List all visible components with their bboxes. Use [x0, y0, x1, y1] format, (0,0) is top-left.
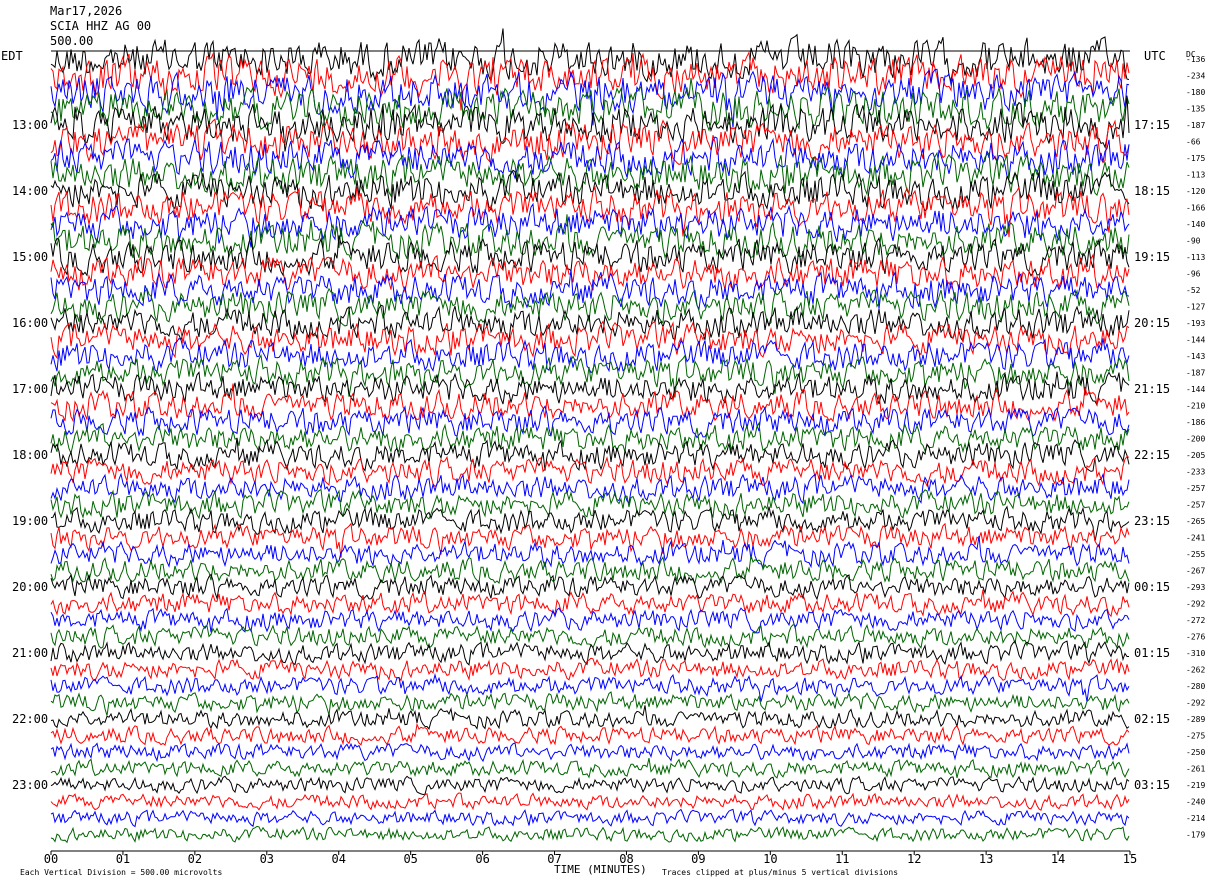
x-tick-label: 00 [44, 852, 58, 866]
left-hour-label: 13:00 [12, 118, 48, 132]
dc-offset-label: -90 [1186, 237, 1201, 246]
dc-offset-label: -267 [1186, 567, 1205, 576]
dc-offset-label: -187 [1186, 369, 1205, 378]
right-hour-label: 02:15 [1134, 712, 1170, 726]
dc-offset-label: -127 [1186, 303, 1205, 312]
dc-offset-label: -120 [1186, 187, 1205, 196]
dc-offset-label: -175 [1186, 154, 1205, 163]
x-tick-label: 13 [979, 852, 993, 866]
dc-offset-label: -310 [1186, 649, 1205, 658]
dc-offset-label: -96 [1186, 270, 1201, 279]
dc-offset-label: -276 [1186, 633, 1205, 642]
dc-offset-label: -187 [1186, 121, 1205, 130]
right-hour-labels: 17:15 18:15 19:15 20:15 21:15 22:15 23:15 00:15… [1134, 118, 1170, 792]
right-hour-label: 20:15 [1134, 316, 1170, 330]
x-tick-label: 11 [835, 852, 849, 866]
dc-offset-label: -144 [1186, 336, 1205, 345]
right-zone-label: UTC [1144, 49, 1166, 63]
dc-offset-label: -234 [1186, 72, 1205, 81]
dc-offset-label: -113 [1186, 253, 1205, 262]
dc-offset-label: -265 [1186, 517, 1205, 526]
dc-offset-label: -210 [1186, 402, 1205, 411]
right-hour-label: 00:15 [1134, 580, 1170, 594]
x-tick-label: 12 [907, 852, 921, 866]
dc-offset-label: -255 [1186, 550, 1205, 559]
dc-offset-label: -214 [1186, 814, 1205, 823]
left-hour-label: 17:00 [12, 382, 48, 396]
dc-offset-label: -262 [1186, 666, 1205, 675]
left-zone-label: EDT [1, 49, 23, 63]
dc-offset-label: -280 [1186, 682, 1205, 691]
dc-offset-label: -205 [1186, 451, 1205, 460]
dc-offset-label: -257 [1186, 501, 1205, 510]
dc-offset-labels: -136 -234 -180 -135 -187 -66 -175 -113 -120 -166 -… [1186, 55, 1205, 840]
dc-offset-label: -261 [1186, 765, 1205, 774]
right-hour-label: 01:15 [1134, 646, 1170, 660]
x-tick-label: 09 [691, 852, 705, 866]
left-hour-label: 22:00 [12, 712, 48, 726]
left-hour-label: 19:00 [12, 514, 48, 528]
x-axis-title: TIME (MINUTES) [554, 863, 647, 876]
dc-offset-label: -257 [1186, 484, 1205, 493]
dc-offset-label: -292 [1186, 699, 1205, 708]
left-hour-label: 14:00 [12, 184, 48, 198]
dc-offset-label: -135 [1186, 105, 1205, 114]
footer-vertical-division: Each Vertical Division = 500.00 microvol… [20, 868, 222, 877]
left-hour-label: 21:00 [12, 646, 48, 660]
left-hour-label: 23:00 [12, 778, 48, 792]
right-hour-label: 03:15 [1134, 778, 1170, 792]
left-hour-label: 20:00 [12, 580, 48, 594]
dc-offset-label: -144 [1186, 385, 1205, 394]
dc-offset-label: -143 [1186, 352, 1205, 361]
dc-offset-label: -180 [1186, 88, 1205, 97]
x-tick-label: 14 [1051, 852, 1065, 866]
left-hour-label: 16:00 [12, 316, 48, 330]
x-tick-label: 04 [332, 852, 346, 866]
dc-offset-label: -179 [1186, 831, 1205, 840]
left-hour-label: 15:00 [12, 250, 48, 264]
dc-offset-label: -293 [1186, 583, 1205, 592]
left-hour-label: 18:00 [12, 448, 48, 462]
right-hour-label: 17:15 [1134, 118, 1170, 132]
dc-offset-label: -250 [1186, 748, 1205, 757]
dc-offset-label: -186 [1186, 418, 1205, 427]
dc-offset-label: -66 [1186, 138, 1201, 147]
right-hour-label: 18:15 [1134, 184, 1170, 198]
right-hour-label: 22:15 [1134, 448, 1170, 462]
dc-offset-label: -240 [1186, 798, 1205, 807]
x-tick-label: 02 [188, 852, 202, 866]
footer-clip-note: Traces clipped at plus/minus 5 vertical … [662, 868, 898, 877]
dc-offset-label: -52 [1186, 286, 1201, 295]
dc-offset-label: -289 [1186, 715, 1205, 724]
x-tick-label: 10 [763, 852, 777, 866]
dc-offset-label: -136 [1186, 55, 1205, 64]
dc-offset-label: -140 [1186, 220, 1205, 229]
x-tick-label: 15 [1123, 852, 1137, 866]
dc-offset-label: -166 [1186, 204, 1205, 213]
dc-offset-label: -113 [1186, 171, 1205, 180]
dc-offset-label: -272 [1186, 616, 1205, 625]
dc-offset-label: -200 [1186, 435, 1205, 444]
dc-offset-label: -193 [1186, 319, 1205, 328]
dc-offset-label: -219 [1186, 781, 1205, 790]
left-hour-labels: 13:00 14:00 15:00 16:00 17:00 18:00 19:00 20:00… [12, 118, 48, 792]
header-scale: 500.00 [50, 34, 93, 48]
right-hour-label: 23:15 [1134, 514, 1170, 528]
dc-offset-label: -275 [1186, 732, 1205, 741]
dc-offset-label: -241 [1186, 534, 1205, 543]
header-date: Mar17,2026 [50, 4, 122, 18]
helicorder-plot: Mar17,2026 SCIA HHZ AG 00 500.00 EDT UTC… [1, 4, 1205, 877]
dc-offset-label: -233 [1186, 468, 1205, 477]
x-tick-label: 05 [403, 852, 417, 866]
x-tick-label: 03 [260, 852, 274, 866]
x-tick-label: 01 [116, 852, 130, 866]
header-station: SCIA HHZ AG 00 [50, 19, 151, 33]
right-hour-label: 19:15 [1134, 250, 1170, 264]
dc-offset-label: -292 [1186, 600, 1205, 609]
x-tick-label: 06 [475, 852, 489, 866]
right-hour-label: 21:15 [1134, 382, 1170, 396]
